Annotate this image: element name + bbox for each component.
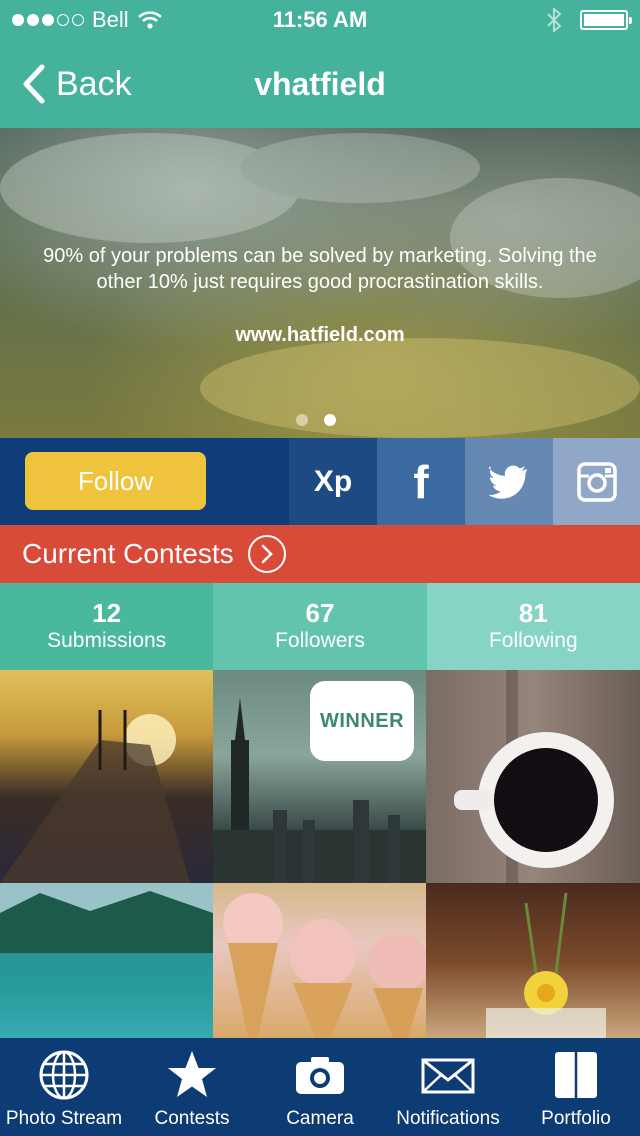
facebook-button[interactable]: f <box>377 438 465 525</box>
status-left: Bell <box>12 7 232 33</box>
stat-followers[interactable]: 67 Followers <box>213 583 427 670</box>
photo-coffee-cup[interactable] <box>426 670 640 883</box>
tab-label: Photo Stream <box>5 1108 123 1129</box>
tab-photo-stream[interactable]: Photo Stream <box>0 1038 128 1136</box>
carrier-name: Bell <box>92 7 129 32</box>
chevron-left-icon <box>23 64 45 104</box>
photo-pier-sunset[interactable] <box>0 670 213 883</box>
back-label: Back <box>56 64 132 103</box>
camera-icon <box>296 1057 344 1094</box>
contests-label: Current Contests <box>22 538 234 569</box>
coffee-illustration <box>454 670 614 883</box>
tab-portfolio[interactable]: Portfolio <box>512 1038 640 1136</box>
stat-label: Followers <box>275 629 365 652</box>
instagram-button[interactable] <box>553 438 640 525</box>
photo-grid: WINNER <box>0 670 640 1038</box>
page-dot-1[interactable] <box>296 414 308 426</box>
nav-bar: Back vhatfield <box>0 40 640 128</box>
stat-value: 81 <box>518 598 548 628</box>
daffodil-illustration <box>486 892 606 1038</box>
status-time: 11:56 AM <box>272 7 368 32</box>
winner-label: WINNER <box>319 709 405 732</box>
profile-banner[interactable]: 90% of your problems can be solved by ma… <box>0 128 640 438</box>
tab-contests[interactable]: Contests <box>128 1038 256 1136</box>
battery-fill <box>584 14 624 26</box>
stat-label: Following <box>488 629 578 652</box>
tab-label: Camera <box>286 1108 354 1129</box>
photo-lake-forest[interactable] <box>0 883 213 1038</box>
pier-illustration <box>0 710 190 883</box>
cupcakes-illustration <box>223 893 426 1038</box>
social-row: Follow Xp f <box>0 438 640 525</box>
tab-notifications[interactable]: Notifications <box>384 1038 512 1136</box>
tab-label: Portfolio <box>541 1108 611 1129</box>
book-icon <box>555 1052 597 1098</box>
status-right <box>408 8 632 32</box>
wifi-icon <box>137 11 162 29</box>
profile-stats: 12 Submissions 67 Followers 81 Following <box>0 583 640 670</box>
photo-cupcakes[interactable] <box>213 883 426 1038</box>
tab-camera[interactable]: Camera <box>256 1038 384 1136</box>
tab-label: Contests <box>154 1108 230 1129</box>
page-indicator[interactable] <box>296 414 336 426</box>
stat-following[interactable]: 81 Following <box>426 583 640 670</box>
instagram-icon <box>577 461 617 502</box>
website-link[interactable]: www.hatfield.com <box>0 324 640 347</box>
lake-illustration <box>0 883 213 1038</box>
tab-bar: Photo Stream Contests Camera Notificatio… <box>0 1038 640 1136</box>
stat-submissions[interactable]: 12 Submissions <box>0 583 214 670</box>
battery-icon <box>580 10 632 30</box>
globe-icon <box>39 1050 89 1100</box>
twitter-button[interactable] <box>465 438 553 525</box>
stat-label: Submissions <box>47 629 167 652</box>
photo-city-skyline[interactable]: WINNER <box>213 670 426 883</box>
envelope-icon <box>421 1058 475 1094</box>
facebook-icon: f <box>413 455 429 508</box>
stat-value: 67 <box>305 598 335 628</box>
follow-button[interactable]: Follow <box>25 452 206 510</box>
banner-quote: 90% of your problems can be solved by ma… <box>43 245 597 293</box>
xp-button[interactable]: Xp <box>289 438 377 525</box>
photo-daffodil[interactable] <box>426 883 640 1038</box>
bluetooth-icon <box>547 8 562 32</box>
page-dot-2[interactable] <box>324 414 336 426</box>
winner-badge: WINNER <box>313 684 411 758</box>
stat-value: 12 <box>92 598 122 628</box>
tab-label: Notifications <box>396 1108 500 1129</box>
chevron-right-circle-icon <box>247 535 286 573</box>
star-icon <box>168 1051 216 1097</box>
twitter-icon <box>489 465 527 499</box>
status-bar: Bell 11:56 AM <box>0 0 640 40</box>
current-contests-button[interactable]: Current Contests <box>0 525 640 583</box>
signal-strength-icon <box>12 14 84 26</box>
back-button[interactable]: Back <box>22 58 132 110</box>
